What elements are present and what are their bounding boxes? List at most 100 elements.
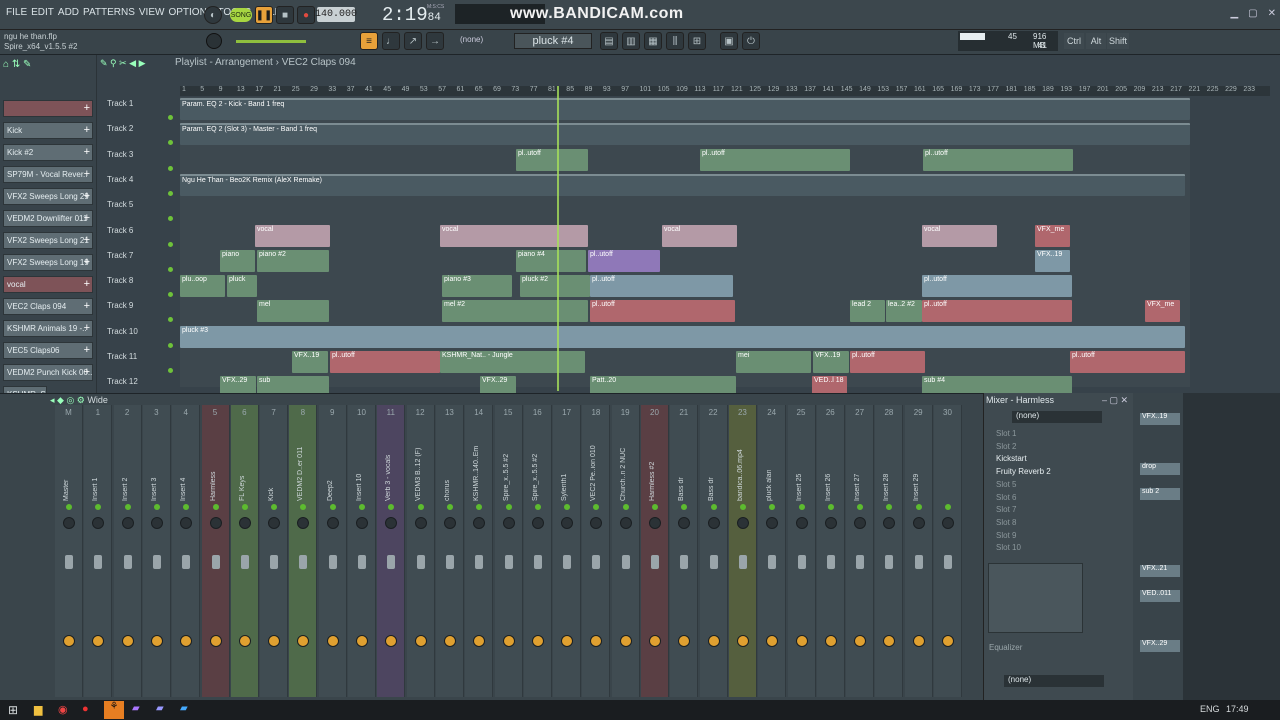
playlist-clip[interactable]: mei	[736, 351, 811, 373]
volume-fader[interactable]	[65, 555, 73, 569]
strip-enable-led[interactable]	[124, 504, 131, 510]
strip-enable-led[interactable]	[564, 504, 571, 510]
mixer-strip[interactable]: 27 Insert 27	[846, 405, 875, 697]
mixer-strip[interactable]: 14 KSHMR..140..Em	[465, 405, 494, 697]
playlist-clip[interactable]: VFX_me	[1145, 300, 1180, 323]
pan-knob[interactable]	[854, 517, 867, 529]
mixer-strip[interactable]: 24 pluck alan	[758, 405, 787, 697]
effect-slot[interactable]: Slot 2	[996, 441, 1106, 453]
volume-fader[interactable]	[680, 555, 689, 569]
mixer-strip[interactable]: 19 Church..n 2 NUC	[611, 405, 640, 697]
mixer-strip[interactable]: 1 Insert 1	[84, 405, 113, 697]
volume-fader[interactable]	[123, 555, 132, 569]
volume-fader[interactable]	[563, 555, 572, 569]
strip-enable-led[interactable]	[534, 504, 541, 510]
overflow-clip[interactable]: VFX..19	[1140, 413, 1180, 425]
mixer-strip[interactable]: 3 Insert 3	[142, 405, 171, 697]
strip-enable-led[interactable]	[886, 504, 893, 510]
volume-fader[interactable]	[709, 555, 718, 569]
channel-rack-icon[interactable]: ▦	[644, 32, 662, 50]
effect-slot[interactable]: Slot 7	[996, 504, 1106, 516]
stereo-knob[interactable]	[414, 635, 427, 647]
minimize-icon[interactable]: ▁	[1230, 8, 1238, 19]
pan-knob[interactable]	[209, 517, 222, 529]
stereo-knob[interactable]	[92, 635, 105, 647]
playlist-clip[interactable]: pl..utoff	[588, 249, 660, 272]
pan-knob[interactable]	[912, 517, 925, 529]
playlist-clip[interactable]: Ngu He Than - Beo2K Remix (AleX Remake)	[180, 173, 1185, 196]
stereo-knob[interactable]	[942, 635, 954, 647]
pat-song-toggle-icon[interactable]: ◐	[204, 6, 222, 24]
track-header[interactable]: Track 2	[107, 122, 177, 147]
stereo-knob[interactable]	[502, 635, 515, 647]
snap-icon[interactable]: ≡	[360, 32, 378, 50]
effect-slot[interactable]: Slot 8	[996, 517, 1106, 529]
playlist-clip[interactable]: vocal	[662, 224, 737, 247]
overflow-clip[interactable]: sub 2	[1140, 488, 1180, 500]
mixer-strip[interactable]: 16 Spire_x..5.5 #2	[523, 405, 552, 697]
volume-fader[interactable]	[914, 555, 923, 569]
add-icon[interactable]: +	[84, 321, 90, 336]
strip-enable-led[interactable]	[300, 504, 307, 510]
playlist-clip[interactable]: pl..utoff	[590, 300, 735, 323]
pan-knob[interactable]	[297, 517, 310, 529]
pan-knob[interactable]	[150, 517, 163, 529]
language-indicator[interactable]: ENG	[1200, 704, 1220, 714]
stereo-knob[interactable]	[766, 635, 779, 647]
effect-slot[interactable]: Slot 5	[996, 479, 1106, 491]
mixer-strip[interactable]: 28 Insert 28	[875, 405, 904, 697]
browser-item[interactable]: VEC2 Claps 094 +	[3, 298, 93, 315]
effect-slot[interactable]: Slot 10	[996, 542, 1106, 554]
close-icon[interactable]: ✕	[1268, 8, 1276, 19]
strip-enable-led[interactable]	[241, 504, 248, 510]
mixer-strip[interactable]: 13 chorus	[435, 405, 464, 697]
stereo-knob[interactable]	[150, 635, 163, 647]
stereo-knob[interactable]	[678, 635, 691, 647]
power-icon[interactable]: ⏻	[742, 32, 760, 50]
windows-start-icon[interactable]: ⊞	[8, 703, 18, 717]
browser-item[interactable]: VFX2 Sweeps Long 19 +	[3, 254, 93, 271]
strip-enable-led[interactable]	[622, 504, 629, 510]
volume-fader[interactable]	[211, 555, 220, 569]
overflow-clip[interactable]: VED..011	[1140, 590, 1180, 602]
playlist-clip[interactable]: pluck #2	[520, 275, 590, 298]
playlist-clip[interactable]: VFX..19	[292, 351, 328, 373]
browser-item[interactable]: KSHMR Animals 19 -.. +	[3, 320, 93, 337]
metronome-icon[interactable]: ♩	[382, 32, 400, 50]
playlist-clip[interactable]: pl..utoff	[1070, 351, 1185, 373]
stereo-knob[interactable]	[297, 635, 310, 647]
premiere-icon[interactable]: ▰	[132, 703, 140, 714]
arrow-right-icon[interactable]: →	[426, 32, 444, 50]
stereo-knob[interactable]	[854, 635, 867, 647]
add-icon[interactable]: +	[84, 233, 90, 248]
track-area[interactable]: Param. EQ 2 - Kick - Band 1 freq Param. E…	[180, 97, 1190, 399]
browser-item[interactable]: Kick +	[3, 122, 93, 139]
volume-fader[interactable]	[475, 555, 484, 569]
strip-enable-led[interactable]	[271, 504, 278, 510]
track-mute-led[interactable]	[168, 190, 173, 196]
track-header[interactable]: Track 7	[107, 249, 177, 274]
stereo-knob[interactable]	[531, 635, 544, 647]
shift-key[interactable]: Shift	[1107, 33, 1129, 49]
strip-enable-led[interactable]	[827, 504, 834, 510]
playlist-clip[interactable]: vocal	[440, 224, 588, 247]
pan-knob[interactable]	[268, 517, 281, 529]
pan-knob[interactable]	[356, 517, 368, 529]
pan-knob[interactable]	[326, 517, 339, 529]
effect-slot[interactable]: Slot 6	[996, 492, 1106, 504]
mixer-strip[interactable]: 12 VEDM3 B..12 (F)	[406, 405, 435, 697]
stereo-knob[interactable]	[649, 635, 661, 647]
menu-patterns[interactable]: PATTERNS	[81, 7, 137, 18]
pan-knob[interactable]	[824, 517, 837, 529]
playlist-clip[interactable]: pluck #3	[180, 325, 1185, 348]
playlist-clip[interactable]: KSHMR_Nat.. - Jungle	[440, 351, 585, 373]
pan-knob[interactable]	[414, 517, 427, 529]
pan-knob[interactable]	[942, 517, 954, 529]
pan-knob[interactable]	[443, 517, 456, 529]
browser-item[interactable]: Kick #2 +	[3, 144, 93, 161]
playlist-clip[interactable]: Param. EQ 2 - Kick - Band 1 freq	[180, 98, 1190, 120]
playlist-clip[interactable]: pl..utoff	[923, 148, 1073, 171]
pan-knob[interactable]	[385, 517, 398, 529]
volume-fader[interactable]	[621, 555, 630, 569]
stereo-knob[interactable]	[443, 635, 456, 647]
